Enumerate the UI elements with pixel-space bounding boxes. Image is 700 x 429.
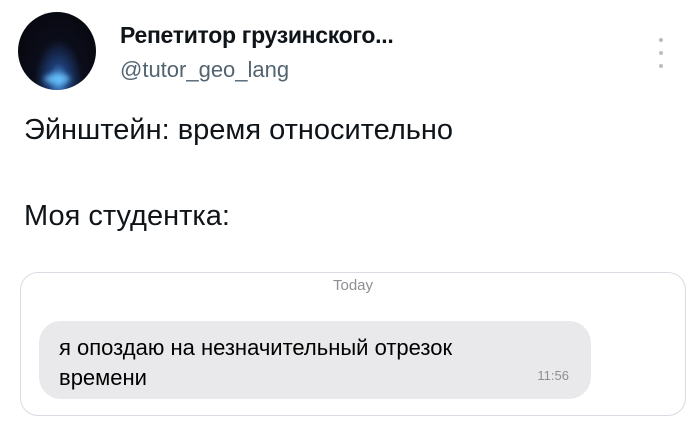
more-options-icon[interactable] [654, 38, 668, 68]
chat-screenshot-card[interactable]: Today я опоздаю на незначительный отрезо… [20, 272, 686, 416]
menu-dot [659, 64, 663, 68]
menu-dot [659, 38, 663, 42]
chat-date-label: Today [332, 277, 374, 294]
tweet-text-line1: Эйнштейн: время относительно [24, 114, 454, 146]
message-text: я опоздаю на незначительный отрезок врем… [59, 335, 453, 390]
author-name[interactable]: Репетитор грузинского... [120, 22, 394, 49]
avatar-glow [44, 74, 70, 84]
author-avatar[interactable] [18, 12, 96, 90]
author-handle[interactable]: @tutor_geo_lang [120, 57, 289, 83]
tweet-text-line2: Моя студентка: [24, 200, 230, 232]
message-time: 11:56 [537, 368, 569, 383]
message-bubble: я опоздаю на незначительный отрезок врем… [39, 321, 591, 399]
menu-dot [659, 51, 663, 55]
